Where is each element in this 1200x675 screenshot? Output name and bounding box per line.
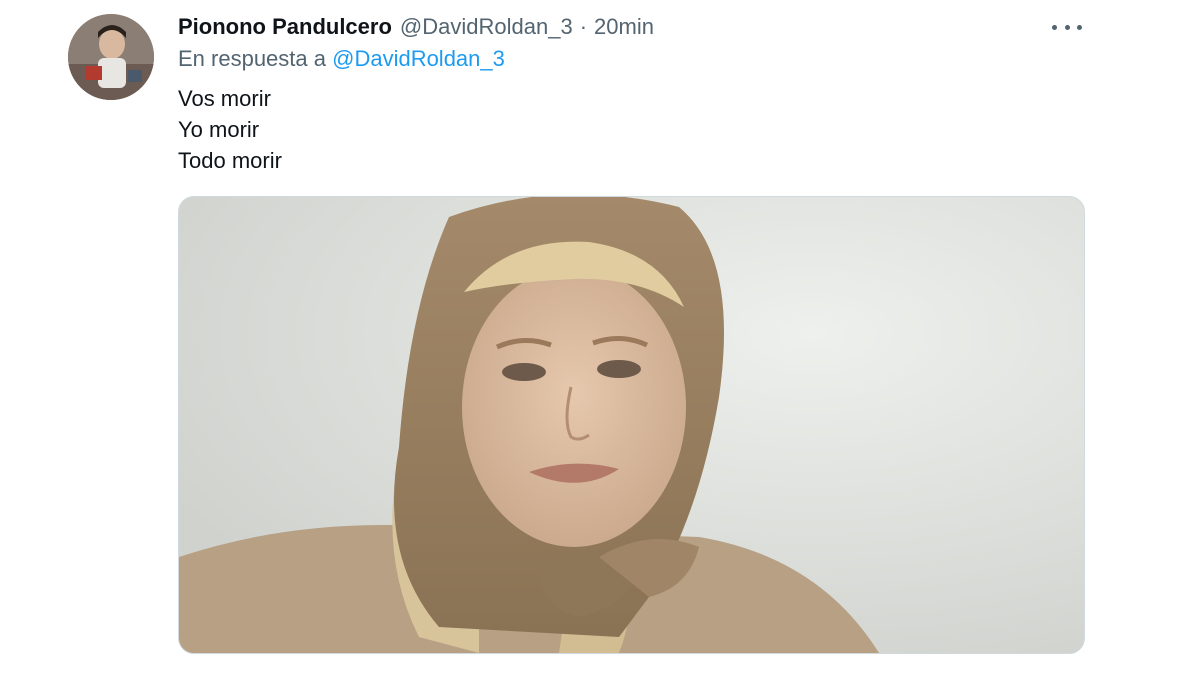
tweet-header: Piono​no Pandulcero @DavidRoldan_3 · 20m…: [178, 12, 654, 42]
tweet-text-line: Todo morir: [178, 148, 282, 173]
more-horizontal-icon: [1052, 24, 1057, 30]
timestamp[interactable]: 20min: [594, 14, 654, 40]
avatar[interactable]: [68, 14, 154, 100]
reply-prefix: En respuesta a: [178, 46, 326, 71]
more-horizontal-icon-dot: [1077, 24, 1082, 30]
tweet-text-line: Yo morir: [178, 117, 260, 142]
tweet-text-line: Vos morir: [178, 86, 271, 111]
tweet-media-image[interactable]: [178, 196, 1085, 654]
display-name[interactable]: Piono​no Pandulcero: [178, 14, 392, 40]
tweet-text: Vos morir Yo morir Todo morir: [178, 83, 282, 176]
photo-woman-headscarf: [179, 197, 1084, 653]
separator-dot: ·: [579, 14, 588, 39]
user-handle[interactable]: @DavidRoldan_3: [400, 14, 573, 40]
reply-to-link[interactable]: @DavidRoldan_3: [332, 46, 505, 71]
more-horizontal-icon-dot: [1064, 24, 1070, 30]
tweet: Piono​no Pandulcero @DavidRoldan_3 · 20m…: [0, 0, 1200, 675]
reply-context: En respuesta a @DavidRoldan_3: [178, 46, 505, 72]
avatar-image: [68, 14, 154, 100]
more-options-button[interactable]: [1052, 22, 1082, 32]
